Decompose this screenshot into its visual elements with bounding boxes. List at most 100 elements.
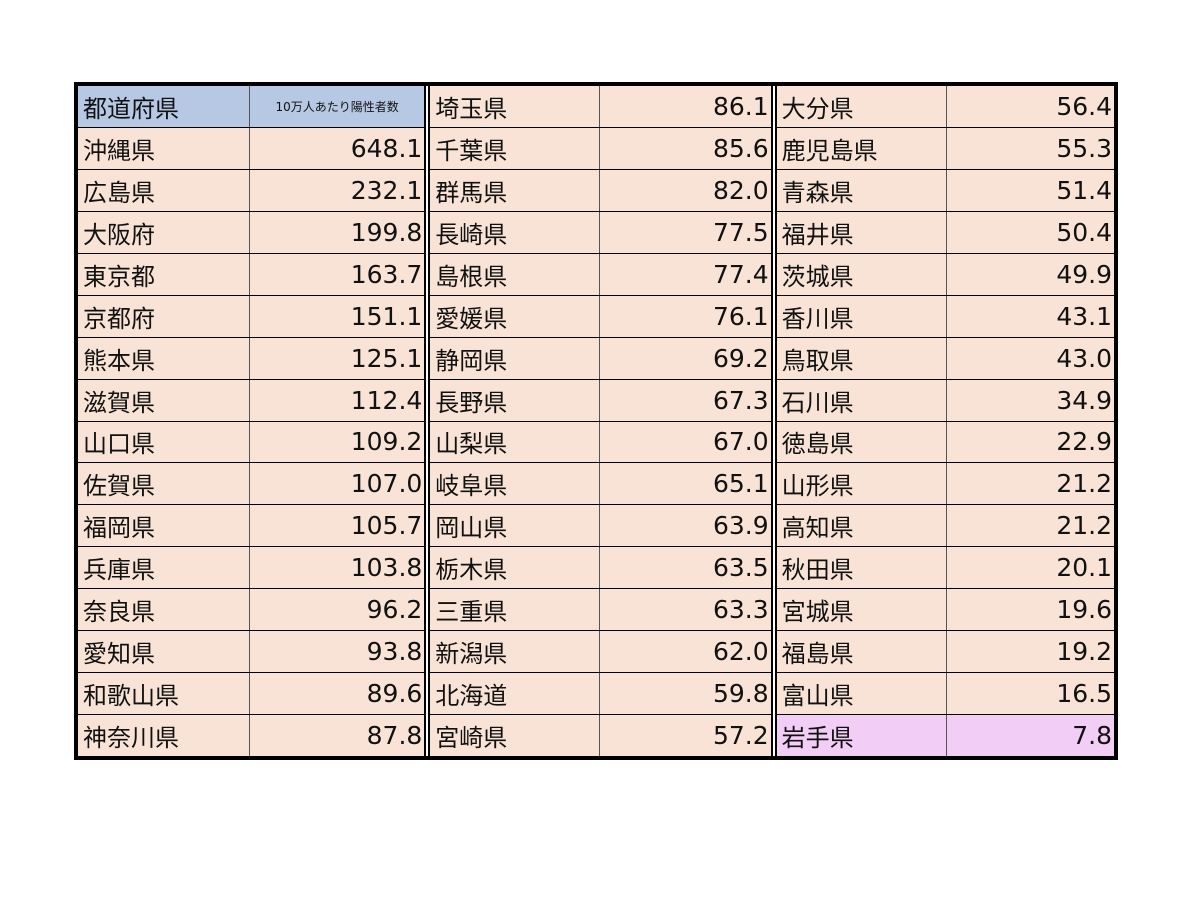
table-row: 奈良県 96.2 bbox=[78, 589, 425, 632]
prefecture-name-cell: 北海道 bbox=[430, 673, 601, 715]
cases-value-cell: 50.4 bbox=[946, 211, 1114, 253]
cases-value-cell: 22.9 bbox=[946, 421, 1114, 463]
table-row: 長野県 67.3 bbox=[430, 379, 771, 422]
table-row: 愛知県 93.8 bbox=[78, 631, 425, 674]
prefecture-name-cell: 鳥取県 bbox=[776, 337, 947, 379]
cases-value-cell: 43.0 bbox=[946, 337, 1114, 379]
cases-value-cell: 63.5 bbox=[600, 547, 771, 589]
table-row: 栃木県 63.5 bbox=[430, 547, 771, 590]
cases-value-cell: 105.7 bbox=[250, 505, 425, 547]
prefecture-name-cell: 兵庫県 bbox=[78, 547, 250, 589]
cases-value-cell: 93.8 bbox=[250, 631, 425, 673]
prefecture-name-cell: 山形県 bbox=[776, 463, 947, 505]
prefecture-name-cell: 広島県 bbox=[78, 169, 250, 211]
cases-value-cell: 163.7 bbox=[250, 253, 425, 295]
table-row: 大阪府 199.8 bbox=[78, 211, 425, 254]
prefecture-name-cell: 秋田県 bbox=[776, 547, 947, 589]
cases-value-cell: 51.4 bbox=[946, 169, 1114, 211]
header-prefecture: 都道府県 bbox=[78, 86, 250, 127]
cases-value-cell: 16.5 bbox=[946, 673, 1114, 715]
prefecture-name-cell: 岡山県 bbox=[430, 505, 601, 547]
cases-value-cell: 57.2 bbox=[600, 715, 771, 756]
prefecture-name-cell: 富山県 bbox=[776, 673, 947, 715]
table-row: 静岡県 69.2 bbox=[430, 337, 771, 380]
table-row: 愛媛県 76.1 bbox=[430, 295, 771, 338]
table-row: 宮城県 19.6 bbox=[776, 589, 1114, 632]
table-row: 東京都 163.7 bbox=[78, 253, 425, 296]
prefecture-name-cell: 群馬県 bbox=[430, 169, 601, 211]
cases-value-cell: 49.9 bbox=[946, 253, 1114, 295]
cases-value-cell: 232.1 bbox=[250, 169, 425, 211]
prefecture-name-cell: 栃木県 bbox=[430, 547, 601, 589]
cases-value-cell: 77.4 bbox=[600, 253, 771, 295]
table-row: 福井県 50.4 bbox=[776, 211, 1114, 254]
cases-value-cell: 86.1 bbox=[600, 86, 771, 127]
prefecture-name-cell: 埼玉県 bbox=[430, 86, 601, 127]
prefecture-name-cell: 沖縄県 bbox=[78, 127, 250, 169]
table-row: 北海道 59.8 bbox=[430, 673, 771, 716]
table-row: 山形県 21.2 bbox=[776, 463, 1114, 506]
table-row: 島根県 77.4 bbox=[430, 253, 771, 296]
prefecture-name-cell: 奈良県 bbox=[78, 589, 250, 631]
cases-value-cell: 56.4 bbox=[946, 86, 1114, 127]
prefecture-name-cell: 福岡県 bbox=[78, 505, 250, 547]
prefecture-name-cell: 高知県 bbox=[776, 505, 947, 547]
cases-value-cell: 7.8 bbox=[946, 715, 1114, 756]
table-row: 新潟県 62.0 bbox=[430, 631, 771, 674]
cases-value-cell: 65.1 bbox=[600, 463, 771, 505]
prefecture-name-cell: 福島県 bbox=[776, 631, 947, 673]
table-group-1: 都道府県 10万人あたり陽性者数 沖縄県 648.1 広島県 232.1 大阪府 199.… bbox=[78, 86, 425, 756]
cases-value-cell: 87.8 bbox=[250, 715, 425, 756]
table-row: 富山県 16.5 bbox=[776, 673, 1114, 716]
prefecture-table: 都道府県 10万人あたり陽性者数 沖縄県 648.1 広島県 232.1 大阪府 199.… bbox=[74, 82, 1118, 760]
cases-value-cell: 96.2 bbox=[250, 589, 425, 631]
table-row: 長崎県 77.5 bbox=[430, 211, 771, 254]
prefecture-name-cell: 青森県 bbox=[776, 169, 947, 211]
table-row: 福岡県 105.7 bbox=[78, 505, 425, 548]
table-row: 鳥取県 43.0 bbox=[776, 337, 1114, 380]
table-row: 高知県 21.2 bbox=[776, 505, 1114, 548]
prefecture-name-cell: 愛知県 bbox=[78, 631, 250, 673]
prefecture-name-cell: 新潟県 bbox=[430, 631, 601, 673]
prefecture-name-cell: 長野県 bbox=[430, 379, 601, 421]
prefecture-name-cell: 茨城県 bbox=[776, 253, 947, 295]
table-row: 兵庫県 103.8 bbox=[78, 547, 425, 590]
table-row: 岩手県 7.8 bbox=[776, 715, 1114, 756]
cases-value-cell: 77.5 bbox=[600, 211, 771, 253]
table-row: 千葉県 85.6 bbox=[430, 127, 771, 170]
prefecture-name-cell: 千葉県 bbox=[430, 127, 601, 169]
table-row: 福島県 19.2 bbox=[776, 631, 1114, 674]
prefecture-name-cell: 鹿児島県 bbox=[776, 127, 947, 169]
cases-value-cell: 63.3 bbox=[600, 589, 771, 631]
table-group-2: 埼玉県 86.1 千葉県 85.6 群馬県 82.0 長崎県 77.5 島根県 77.4 愛媛県 76… bbox=[430, 86, 771, 756]
cases-value-cell: 112.4 bbox=[250, 379, 425, 421]
table-row: 滋賀県 112.4 bbox=[78, 379, 425, 422]
table-row: 宮崎県 57.2 bbox=[430, 715, 771, 756]
cases-value-cell: 107.0 bbox=[250, 463, 425, 505]
cases-value-cell: 21.2 bbox=[946, 463, 1114, 505]
column-divider bbox=[424, 86, 431, 756]
prefecture-name-cell: 徳島県 bbox=[776, 421, 947, 463]
table-row: 京都府 151.1 bbox=[78, 295, 425, 338]
cases-value-cell: 103.8 bbox=[250, 547, 425, 589]
prefecture-name-cell: 山口県 bbox=[78, 421, 250, 463]
column-divider bbox=[770, 86, 777, 756]
table-row: 秋田県 20.1 bbox=[776, 547, 1114, 590]
prefecture-name-cell: 滋賀県 bbox=[78, 379, 250, 421]
cases-value-cell: 199.8 bbox=[250, 211, 425, 253]
cases-value-cell: 55.3 bbox=[946, 127, 1114, 169]
cases-value-cell: 67.0 bbox=[600, 421, 771, 463]
cases-value-cell: 151.1 bbox=[250, 295, 425, 337]
table-row: 山口県 109.2 bbox=[78, 421, 425, 464]
prefecture-name-cell: 島根県 bbox=[430, 253, 601, 295]
cases-value-cell: 82.0 bbox=[600, 169, 771, 211]
prefecture-name-cell: 岩手県 bbox=[776, 715, 947, 756]
cases-value-cell: 648.1 bbox=[250, 127, 425, 169]
cases-value-cell: 89.6 bbox=[250, 673, 425, 715]
prefecture-name-cell: 香川県 bbox=[776, 295, 947, 337]
table-row: 三重県 63.3 bbox=[430, 589, 771, 632]
prefecture-name-cell: 宮崎県 bbox=[430, 715, 601, 756]
table-group-3: 大分県 56.4 鹿児島県 55.3 青森県 51.4 福井県 50.4 茨城県 49.9 香川県 4… bbox=[776, 86, 1114, 756]
table-row: 茨城県 49.9 bbox=[776, 253, 1114, 296]
table-row: 佐賀県 107.0 bbox=[78, 463, 425, 506]
